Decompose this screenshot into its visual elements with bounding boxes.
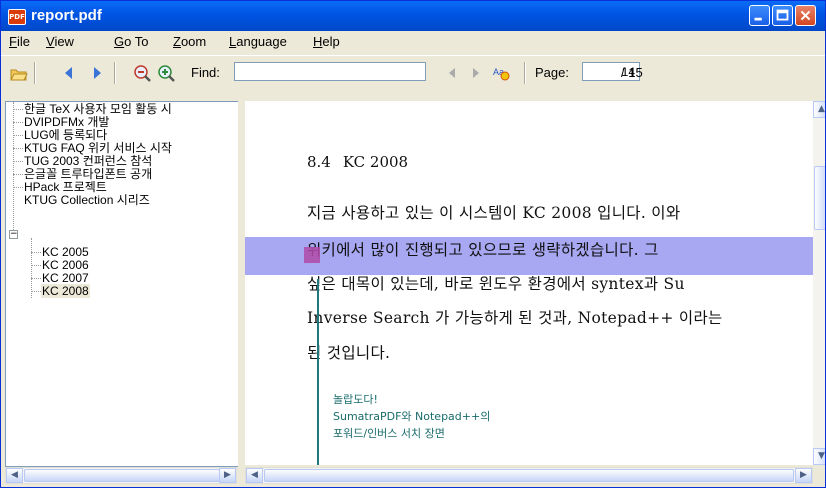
zoom-out-icon: [134, 65, 151, 82]
page-total: / 15: [621, 65, 643, 80]
annotation-line: [317, 279, 319, 465]
tree-line: [13, 109, 23, 110]
page-label: Page:: [535, 65, 569, 80]
scroll-thumb[interactable]: [24, 469, 220, 482]
tree-line: [13, 161, 23, 162]
menu-bar: File View Go To Zoom Language Help: [1, 31, 825, 53]
paragraph-line: 된 것입니다.: [307, 344, 391, 362]
menu-help[interactable]: Help: [313, 34, 340, 49]
document-horizontal-scrollbar[interactable]: ◀ ▶: [245, 467, 813, 484]
arrow-left-icon: [449, 68, 455, 78]
document-vertical-scrollbar[interactable]: ▲ ▼: [813, 101, 825, 465]
menu-file[interactable]: File: [9, 34, 30, 49]
title-bar[interactable]: PDF report.pdf: [1, 1, 825, 31]
scroll-down-button[interactable]: ▼: [813, 448, 825, 465]
resize-grip[interactable]: [813, 467, 825, 484]
folder-open-icon: [10, 69, 28, 81]
toolbar-separator: [524, 62, 526, 84]
document-view[interactable]: 8.4 KC 2008 지금 사용하고 있는 이 시스템이 KC 2008 입니다…: [245, 101, 813, 465]
toc-item-selected[interactable]: KC 2008: [41, 284, 90, 298]
paragraph-line: 싶은 대목이 있는데, 바로 윈도우 환경에서 syntex과 Su: [307, 275, 685, 293]
scroll-right-button[interactable]: ▶: [795, 468, 812, 483]
collapse-toggle[interactable]: −: [9, 230, 18, 239]
app-window: PDF report.pdf File View Go To Zoom Lang…: [0, 0, 826, 488]
toc-item[interactable]: KTUG Collection 시리즈: [23, 194, 151, 207]
pane-splitter[interactable]: [238, 101, 244, 484]
scroll-up-button[interactable]: ▲: [813, 101, 825, 118]
match-case-icon: Aa: [493, 67, 510, 81]
toolbar-separator: [114, 62, 116, 84]
menu-go-to[interactable]: Go To: [114, 34, 148, 49]
pdf-app-icon: PDF: [8, 9, 26, 25]
scroll-thumb[interactable]: [814, 166, 825, 230]
scroll-right-button[interactable]: ▶: [219, 468, 236, 483]
scroll-left-button[interactable]: ◀: [246, 468, 263, 483]
open-button[interactable]: [9, 62, 29, 84]
forward-search-marker: [304, 247, 320, 263]
arrow-left-icon: [65, 67, 72, 79]
menu-language[interactable]: Language: [229, 34, 287, 49]
table-of-contents: − 한글 TeX 사용자 모임 활동 시 DVIPDFMx 개발 LUG에 등록…: [5, 101, 239, 467]
find-label: Find:: [191, 65, 220, 80]
section-heading: 8.4 KC 2008: [307, 153, 409, 171]
toolbar-separator: [34, 62, 36, 84]
menu-view[interactable]: View: [46, 34, 74, 49]
maximize-button[interactable]: [772, 5, 793, 26]
find-previous-button[interactable]: [442, 62, 462, 84]
match-case-button[interactable]: Aa: [491, 62, 511, 84]
tree-line: [31, 238, 32, 298]
tree-line: [13, 187, 23, 188]
tree-line: [31, 252, 41, 253]
paragraph-line: 위키에서 많이 진행되고 있으므로 생략하겠습니다. 그: [307, 241, 659, 259]
tree-line: [13, 174, 23, 175]
zoom-out-button[interactable]: [133, 62, 153, 84]
scroll-left-button[interactable]: ◀: [6, 468, 23, 483]
zoom-in-icon: [158, 65, 175, 82]
scroll-thumb[interactable]: [264, 469, 794, 482]
tree-line: [13, 148, 23, 149]
find-next-button[interactable]: [466, 62, 486, 84]
tree-line: [13, 122, 23, 123]
toolbar: Find: Aa Page: / 15: [1, 55, 825, 100]
annotation-text: 포워드/인버스 서치 장면: [333, 427, 445, 440]
paragraph-line: 지금 사용하고 있는 이 시스템이 KC 2008 입니다. 이와: [307, 204, 681, 222]
sidebar-horizontal-scrollbar[interactable]: ◀ ▶: [5, 467, 237, 484]
window-title: report.pdf: [31, 7, 102, 24]
paragraph-line: Inverse Search 가 가능하게 된 것과, Notepad++ 이라…: [307, 309, 723, 327]
arrow-right-icon: [473, 68, 479, 78]
close-icon: [800, 10, 811, 21]
zoom-in-button[interactable]: [157, 62, 177, 84]
tree-line: [31, 265, 41, 266]
minimize-icon: [754, 17, 762, 21]
maximize-icon: [776, 9, 789, 21]
annotation-text: SumatraPDF와 Notepad++의: [333, 410, 491, 423]
tree-line: [13, 135, 23, 136]
annotation-text: 놀랍도다!: [333, 393, 378, 406]
pdf-page: 8.4 KC 2008 지금 사용하고 있는 이 시스템이 KC 2008 입니다…: [245, 101, 813, 465]
menu-zoom[interactable]: Zoom: [173, 34, 206, 49]
previous-page-button[interactable]: [59, 62, 79, 84]
tree-line: [31, 278, 41, 279]
tree-line: [31, 291, 41, 292]
minimize-button[interactable]: [749, 5, 770, 26]
close-button[interactable]: [795, 5, 816, 26]
find-input[interactable]: [234, 62, 426, 81]
next-page-button[interactable]: [87, 62, 107, 84]
arrow-right-icon: [94, 67, 101, 79]
